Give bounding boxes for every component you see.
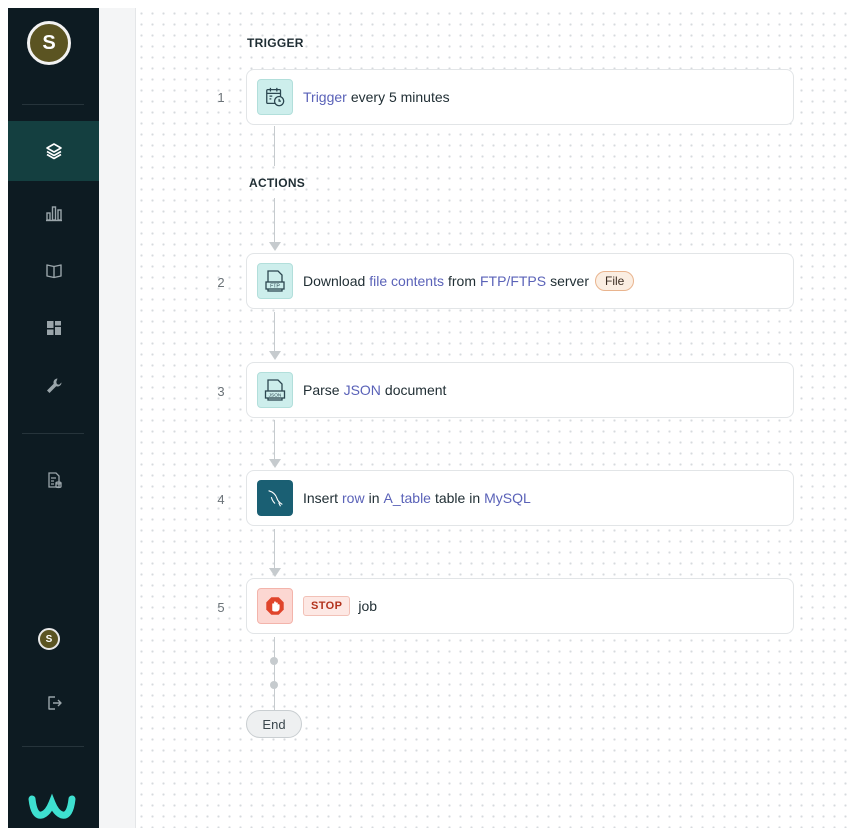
step-text-part: document bbox=[384, 382, 447, 398]
user-avatar[interactable]: S bbox=[27, 21, 71, 65]
connector-line bbox=[274, 637, 275, 710]
account-avatar[interactable]: S bbox=[38, 628, 60, 650]
step-text-part: in bbox=[368, 490, 380, 506]
json-file-icon: JSON bbox=[257, 372, 293, 408]
file-contents-link[interactable]: file contents bbox=[369, 273, 444, 289]
sidebar-divider bbox=[22, 433, 84, 434]
stop-hand-icon bbox=[257, 588, 293, 624]
stop-badge: STOP bbox=[303, 596, 351, 616]
step-text: Insert row in A_table table in MySQL bbox=[303, 490, 531, 506]
sidebar-divider bbox=[22, 746, 84, 747]
step-text-part: table in bbox=[434, 490, 481, 506]
calendar-clock-icon bbox=[257, 79, 293, 115]
connector-line bbox=[274, 420, 275, 462]
connector-line bbox=[274, 198, 275, 244]
step-card-stop[interactable]: STOP job bbox=[246, 578, 794, 634]
json-icon-text: JSON bbox=[269, 393, 282, 399]
step-card-parse-json[interactable]: JSON Parse JSON document bbox=[246, 362, 794, 418]
sidebar-item-tools[interactable] bbox=[8, 362, 99, 410]
step-text-part: from bbox=[447, 273, 476, 289]
actions-section-label: ACTIONS bbox=[249, 176, 306, 190]
step-text-part: every 5 minutes bbox=[350, 89, 450, 105]
step-text-part: job bbox=[358, 598, 378, 614]
step-text-part: server bbox=[550, 273, 590, 289]
connector-arrow bbox=[269, 351, 281, 360]
step-number: 2 bbox=[217, 275, 225, 290]
step-text-part: Insert bbox=[303, 490, 339, 506]
step-number: 1 bbox=[217, 90, 225, 105]
trigger-section-label: TRIGGER bbox=[247, 36, 304, 50]
sidebar: S S bbox=[8, 8, 99, 828]
step-text-part: Download bbox=[303, 273, 366, 289]
step-text: Trigger every 5 minutes bbox=[303, 89, 450, 105]
workato-logo-icon[interactable] bbox=[28, 791, 76, 821]
end-node: End bbox=[246, 710, 302, 738]
dashboard-grid-icon bbox=[46, 321, 61, 335]
sidebar-divider bbox=[22, 104, 84, 105]
table-name-link[interactable]: A_table bbox=[383, 490, 430, 506]
step-text: Download file contents from FTP/FTPS ser… bbox=[303, 271, 635, 291]
sidebar-item-projects[interactable] bbox=[8, 121, 99, 181]
connector-dot bbox=[270, 681, 278, 689]
step-card-trigger[interactable]: Trigger every 5 minutes bbox=[246, 69, 794, 125]
ftp-icon-text: FTP bbox=[270, 284, 280, 290]
row-link[interactable]: row bbox=[342, 490, 365, 506]
step-number: 3 bbox=[217, 384, 225, 399]
step-text: STOP job bbox=[303, 596, 377, 616]
mysql-app-link[interactable]: MySQL bbox=[484, 490, 531, 506]
layers-icon bbox=[45, 143, 62, 160]
sidebar-item-apps[interactable] bbox=[8, 304, 99, 352]
step-text: Parse JSON document bbox=[303, 382, 446, 398]
step-number: 4 bbox=[217, 492, 225, 507]
file-database-icon bbox=[47, 472, 62, 489]
bar-chart-icon bbox=[45, 206, 62, 222]
step-number: 5 bbox=[217, 600, 225, 615]
connector-arrow bbox=[269, 459, 281, 468]
mysql-icon bbox=[257, 480, 293, 516]
file-datapill[interactable]: File bbox=[595, 271, 635, 291]
sidebar-item-data[interactable] bbox=[8, 456, 99, 504]
connector-arrow bbox=[269, 242, 281, 251]
ftp-app-link[interactable]: FTP/FTPS bbox=[480, 273, 546, 289]
connector-dot bbox=[270, 657, 278, 665]
recipe-canvas bbox=[136, 8, 852, 828]
logout-icon bbox=[47, 696, 62, 710]
step-text-part: Parse bbox=[303, 382, 340, 398]
book-icon bbox=[45, 264, 62, 279]
connector-arrow bbox=[269, 568, 281, 577]
sidebar-item-dashboard[interactable] bbox=[8, 189, 99, 237]
panel-gutter bbox=[99, 8, 136, 828]
connector-line bbox=[274, 529, 275, 571]
connector-line bbox=[274, 312, 275, 354]
sidebar-item-logout[interactable] bbox=[8, 679, 99, 727]
ftp-file-icon: FTP bbox=[257, 263, 293, 299]
wrench-icon bbox=[46, 378, 62, 393]
step-card-insert-row[interactable]: Insert row in A_table table in MySQL bbox=[246, 470, 794, 526]
step-card-download[interactable]: FTP Download file contents from FTP/FTPS… bbox=[246, 253, 794, 309]
connector-line bbox=[274, 126, 275, 166]
trigger-link[interactable]: Trigger bbox=[303, 89, 347, 105]
sidebar-item-docs[interactable] bbox=[8, 246, 99, 294]
json-link[interactable]: JSON bbox=[344, 382, 381, 398]
